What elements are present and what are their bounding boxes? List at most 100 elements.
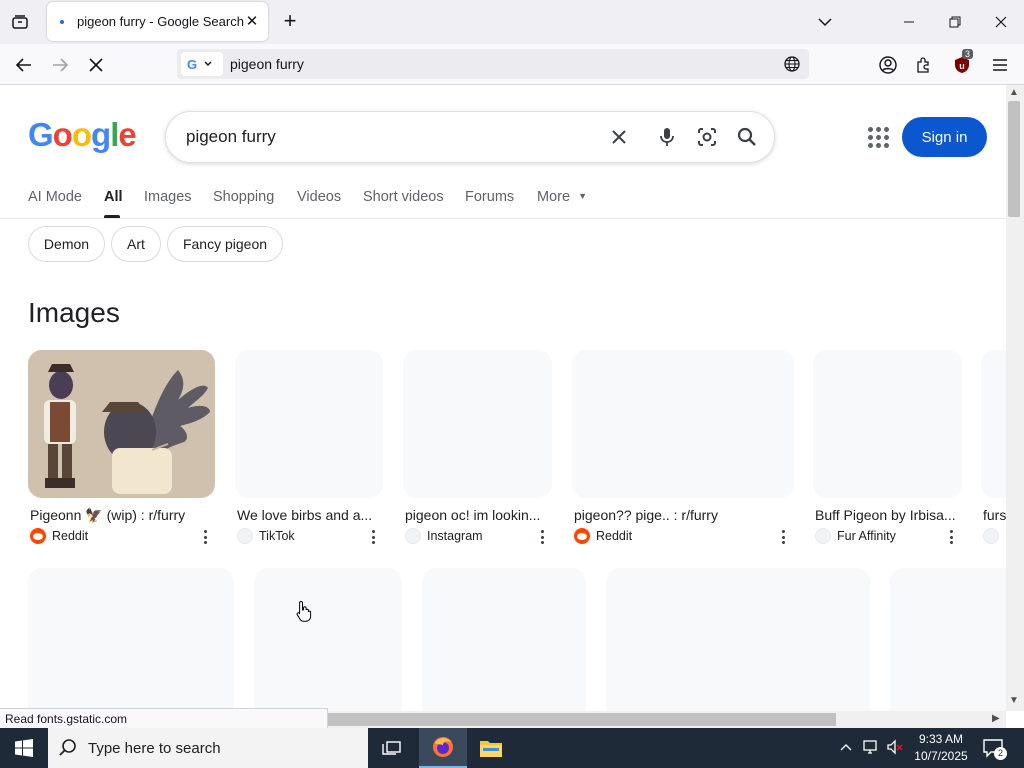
taskbar-clock-time[interactable]: 9:33 AM [906,732,976,746]
more-options-icon[interactable] [944,529,958,545]
vertical-scroll-thumb[interactable] [1008,101,1020,217]
windows-taskbar: Type here to search 9:33 AM 10/7/2025 2 [0,728,1024,768]
tab-videos[interactable]: Videos [297,189,341,205]
ublock-extension-icon[interactable]: u 3 [950,49,974,77]
extensions-icon[interactable] [912,53,936,77]
chevron-up-icon[interactable] [838,739,854,760]
clear-icon[interactable] [606,124,632,150]
stop-loading-button[interactable] [82,52,110,78]
image-result-source[interactable]: Reddit [574,528,632,544]
scroll-right-arrow-icon[interactable]: ▶ [992,713,1000,724]
chevron-down-icon[interactable] [815,12,835,32]
image-result-source[interactable]: Instagram [405,528,483,544]
image-result-thumbnail[interactable] [813,350,962,498]
image-result-thumbnail[interactable] [890,568,1006,711]
back-button[interactable] [10,52,38,78]
volume-muted-icon[interactable] [886,739,904,760]
horizontal-scroll-thumb[interactable] [328,713,836,726]
image-result-source[interactable]: Fur Affinity [815,528,896,544]
forward-button[interactable] [46,52,74,78]
windows-start-icon[interactable] [0,728,48,768]
new-tab-button[interactable]: + [279,10,301,33]
image-result-title[interactable]: Pigeonn 🦅 (wip) : r/furry [30,507,210,524]
image-result-title[interactable]: We love birbs and a... [237,507,377,523]
reddit-icon [574,528,590,544]
logo-letter: e [118,116,136,153]
more-options-icon[interactable] [535,529,549,545]
address-bar[interactable]: G pigeon furry [177,49,809,79]
source-name: Reddit [52,529,89,543]
image-result-title[interactable]: Buff Pigeon by Irbisa... [815,507,960,523]
account-icon[interactable] [876,53,900,77]
chip-demon[interactable]: Demon [28,226,105,262]
image-result-thumbnail[interactable] [403,350,552,498]
image-result-thumbnail[interactable] [981,350,1006,498]
chip-fancy-pigeon[interactable]: Fancy pigeon [167,226,283,262]
tab-forums[interactable]: Forums [465,189,514,205]
image-result-thumbnail[interactable] [28,568,234,711]
tab-ai-mode[interactable]: AI Mode [28,189,82,205]
image-result-thumbnail[interactable] [254,568,402,711]
active-tab-indicator [104,215,120,218]
network-icon[interactable] [862,739,880,760]
camera-lens-icon[interactable] [694,124,720,150]
chip-art[interactable]: Art [111,226,161,262]
image-result-thumbnail[interactable] [235,350,383,498]
image-result-title[interactable]: pigeon?? pige.. : r/furry [574,507,774,523]
tab-favicon-icon [60,20,64,24]
source-name: Reddit [596,529,633,543]
tab-images[interactable]: Images [144,189,192,205]
image-result-thumbnail[interactable] [422,568,586,711]
taskbar-search-box[interactable]: Type here to search [48,728,368,768]
more-options-icon[interactable] [198,529,212,545]
image-result-source[interactable] [983,528,999,544]
more-options-icon[interactable] [776,529,790,545]
google-logo[interactable]: Google [28,116,137,154]
search-input[interactable]: pigeon furry [186,127,276,147]
vertical-scrollbar[interactable]: ▲ ▼ [1006,85,1024,711]
tab-shopping[interactable]: Shopping [213,189,274,205]
notification-count-badge: 2 [994,747,1007,760]
microphone-icon[interactable] [654,124,680,150]
search-box[interactable]: pigeon furry [165,111,775,163]
globe-icon[interactable] [783,55,801,73]
image-result-title[interactable]: furs [983,507,1006,523]
more-options-icon[interactable] [366,529,380,545]
image-result-thumbnail[interactable] [606,568,870,711]
restore-button[interactable] [932,0,978,44]
search-engine-selector[interactable]: G [181,52,223,76]
scroll-down-arrow-icon[interactable]: ▼ [1009,695,1019,706]
image-result-source[interactable]: Reddit [30,528,88,544]
minimize-button[interactable] [886,0,932,44]
file-explorer-icon[interactable] [467,728,515,768]
tab-short-videos[interactable]: Short videos [363,189,444,205]
google-g-icon: G [187,56,198,72]
google-apps-icon[interactable] [864,123,892,151]
reddit-icon [30,528,46,544]
search-icon[interactable] [734,124,760,150]
search-tabs: AI Mode All Images Shopping Videos Short… [0,188,1006,219]
scroll-up-arrow-icon[interactable]: ▲ [1009,87,1019,98]
taskbar-clock-date[interactable]: 10/7/2025 [906,749,976,763]
site-icon [983,528,999,544]
image-result-title[interactable]: pigeon oc! im lookin... [405,507,547,523]
image-result-thumbnail[interactable] [572,350,794,498]
tab-close-icon[interactable]: ✕ [243,12,261,30]
instagram-icon [405,528,421,544]
tab-all[interactable]: All [104,189,123,205]
close-window-button[interactable] [978,0,1024,44]
browser-tab-active[interactable]: pigeon furry - Google Search ✕ [47,2,268,41]
browser-nav-bar: G pigeon furry u 3 [0,44,1024,85]
task-view-icon[interactable] [368,728,416,768]
notification-center-icon[interactable]: 2 [982,737,1007,760]
address-text[interactable]: pigeon furry [230,56,304,72]
image-result-source[interactable]: TikTok [237,528,295,544]
image-result-thumbnail[interactable] [28,350,215,498]
search-icon [59,739,76,756]
menu-icon[interactable] [988,53,1012,77]
sign-in-button[interactable]: Sign in [902,117,987,157]
logo-letter: o [52,116,73,153]
firefox-taskbar-icon[interactable] [419,728,467,768]
tab-list-icon[interactable] [6,10,34,34]
tab-more[interactable]: More ▼ [537,189,587,205]
